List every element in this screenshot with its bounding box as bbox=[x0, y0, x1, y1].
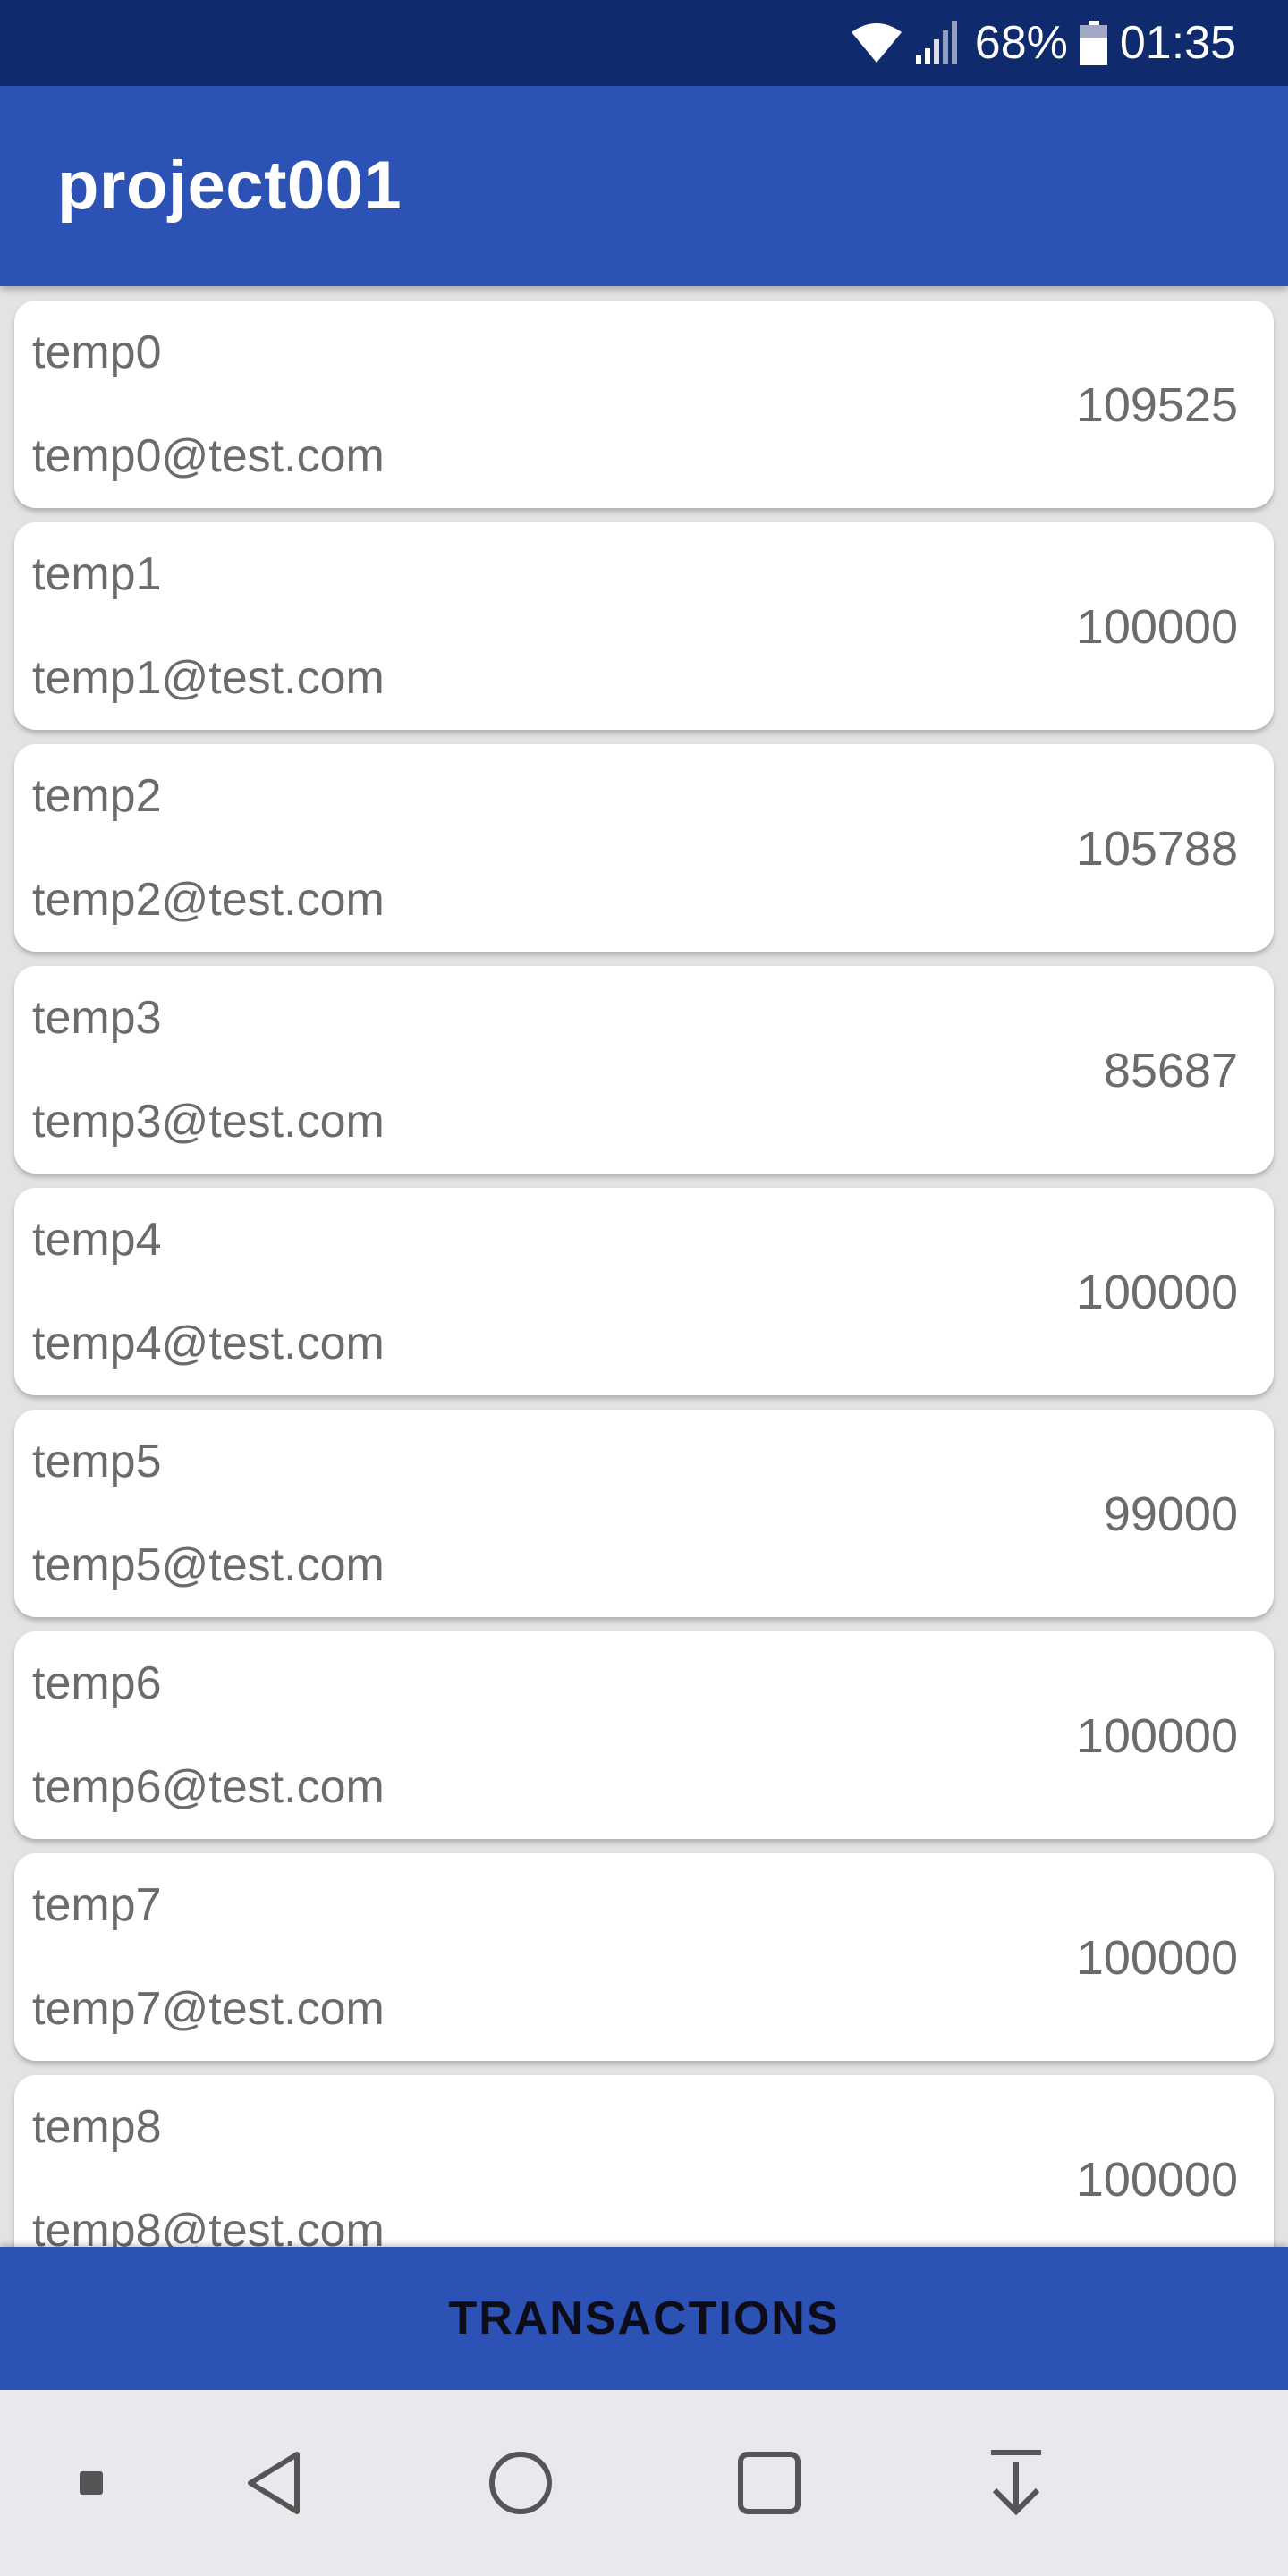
list-item[interactable]: temp0 109525 temp0@test.com bbox=[14, 301, 1274, 508]
user-list[interactable]: temp0 109525 temp0@test.com temp1 100000… bbox=[0, 286, 1288, 2247]
item-amount: 109525 bbox=[1076, 378, 1238, 432]
battery-icon bbox=[1080, 21, 1107, 65]
status-bar: 68% 01:35 bbox=[0, 0, 1288, 86]
clock: 01:35 bbox=[1119, 17, 1236, 69]
home-icon[interactable] bbox=[458, 2390, 583, 2576]
transactions-label: TRANSACTIONS bbox=[448, 2292, 840, 2344]
list-item[interactable]: temp4 100000 temp4@test.com bbox=[14, 1188, 1274, 1395]
item-name: temp5 bbox=[32, 1436, 162, 1487]
recents-icon[interactable] bbox=[707, 2390, 832, 2576]
page-title: project001 bbox=[57, 148, 402, 224]
item-email: temp6@test.com bbox=[32, 1761, 385, 1813]
item-name: temp1 bbox=[32, 548, 162, 600]
item-name: temp0 bbox=[32, 326, 162, 378]
signal-icon bbox=[914, 21, 962, 64]
list-item[interactable]: temp1 100000 temp1@test.com bbox=[14, 522, 1274, 730]
item-email: temp7@test.com bbox=[32, 1983, 385, 2035]
item-name: temp2 bbox=[32, 770, 162, 822]
item-email: temp3@test.com bbox=[32, 1096, 385, 1148]
item-name: temp7 bbox=[32, 1879, 162, 1931]
list-item[interactable]: temp8 100000 temp8@test.com bbox=[14, 2075, 1274, 2247]
menu-dot-icon[interactable] bbox=[29, 2390, 154, 2576]
item-amount: 100000 bbox=[1076, 1931, 1238, 1985]
item-amount: 105788 bbox=[1076, 822, 1238, 876]
item-name: temp4 bbox=[32, 1214, 162, 1266]
list-item[interactable]: temp6 100000 temp6@test.com bbox=[14, 1631, 1274, 1839]
item-email: temp4@test.com bbox=[32, 1318, 385, 1369]
item-amount: 100000 bbox=[1076, 1709, 1238, 1763]
system-nav-bar bbox=[0, 2390, 1288, 2576]
wifi-icon bbox=[851, 23, 902, 63]
transactions-button[interactable]: TRANSACTIONS bbox=[0, 2247, 1288, 2390]
list-item[interactable]: temp3 85687 temp3@test.com bbox=[14, 966, 1274, 1174]
item-amount: 85687 bbox=[1103, 1044, 1238, 1097]
list-item[interactable]: temp2 105788 temp2@test.com bbox=[14, 744, 1274, 952]
item-email: temp1@test.com bbox=[32, 652, 385, 704]
item-amount: 100000 bbox=[1076, 600, 1238, 654]
item-name: temp6 bbox=[32, 1657, 162, 1709]
item-email: temp8@test.com bbox=[32, 2205, 385, 2247]
notification-pull-icon[interactable] bbox=[953, 2390, 1079, 2576]
list-item[interactable]: temp7 100000 temp7@test.com bbox=[14, 1853, 1274, 2061]
item-name: temp8 bbox=[32, 2101, 162, 2153]
app-bar: project001 bbox=[0, 86, 1288, 286]
item-amount: 100000 bbox=[1076, 1266, 1238, 1319]
back-icon[interactable] bbox=[211, 2390, 336, 2576]
item-email: temp2@test.com bbox=[32, 874, 385, 926]
list-item[interactable]: temp5 99000 temp5@test.com bbox=[14, 1410, 1274, 1617]
battery-percent: 68% bbox=[974, 17, 1068, 69]
item-email: temp0@test.com bbox=[32, 430, 385, 482]
item-name: temp3 bbox=[32, 992, 162, 1044]
item-email: temp5@test.com bbox=[32, 1539, 385, 1591]
item-amount: 99000 bbox=[1103, 1487, 1238, 1541]
item-amount: 100000 bbox=[1076, 2153, 1238, 2207]
